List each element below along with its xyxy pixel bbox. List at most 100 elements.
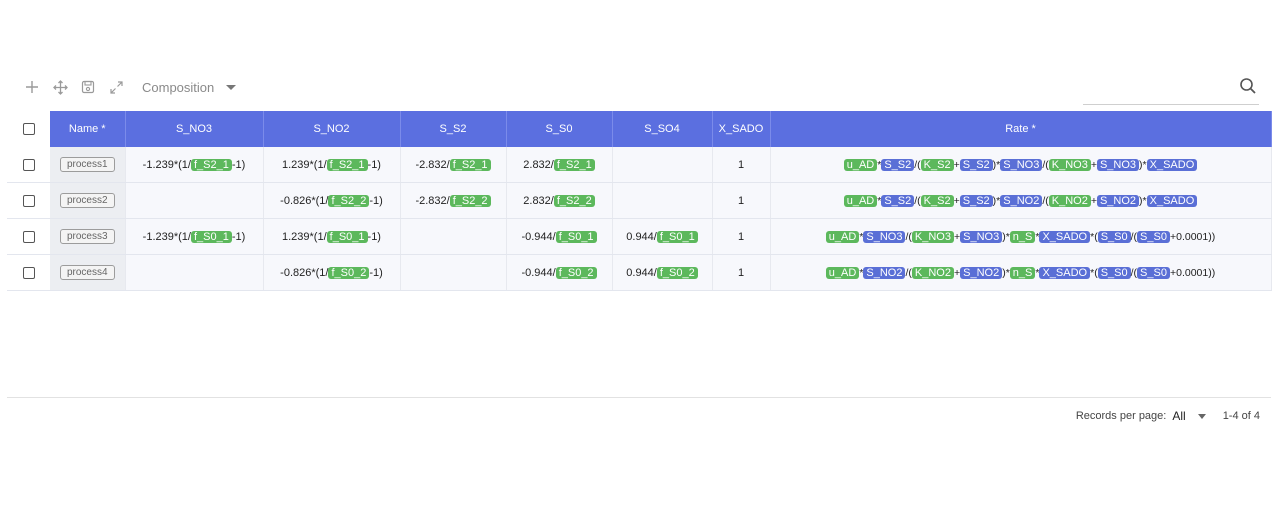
process-name-chip[interactable]: process1: [59, 157, 115, 172]
process-name-chip[interactable]: process4: [59, 265, 115, 280]
variable-chip: f_S0_1: [190, 230, 232, 243]
table-row[interactable]: process1 -1.239*(1/f_S2_1 -1) 1.239*(1/f_S2…: [7, 147, 1272, 183]
search-input[interactable]: [1083, 78, 1227, 100]
column-header-s-no3[interactable]: S_NO3: [125, 111, 264, 147]
s-so4-cell[interactable]: [612, 182, 713, 219]
add-icon[interactable]: [18, 74, 46, 100]
table-row[interactable]: process4 -0.826*(1/f_S0_2 -1) -0.944/f_S0_2…: [7, 254, 1272, 291]
s-so4-cell[interactable]: 0.944/f_S0_2: [612, 254, 713, 291]
column-header-rate[interactable]: Rate *: [770, 111, 1272, 147]
row-checkbox[interactable]: [22, 230, 35, 243]
variable-chip: f_S0_2: [555, 266, 597, 279]
variable-chip: K_S2: [920, 158, 954, 171]
s-no2-cell[interactable]: -0.826*(1/f_S0_2 -1): [263, 254, 401, 291]
records-per-page-select[interactable]: All: [1172, 409, 1206, 423]
chevron-down-icon: [226, 84, 237, 90]
column-header-s-s0[interactable]: S_S0: [506, 111, 613, 147]
save-icon[interactable]: [74, 74, 102, 100]
variable-chip: S_NO2: [1000, 194, 1043, 207]
x-sado-cell[interactable]: 1: [712, 254, 771, 291]
rate-cell[interactable]: u_AD * S_S2/(K_S2 + S_S2)* S_NO2/(K_NO2 + S_NO2…: [770, 182, 1272, 219]
variable-chip: f_S2_1: [449, 158, 491, 171]
select-all-checkbox[interactable]: [22, 123, 35, 136]
table-footer-divider: [7, 397, 1271, 398]
s-so4-cell[interactable]: [612, 147, 713, 183]
s-s2-cell[interactable]: -2.832/f_S2_2: [400, 182, 507, 219]
name-cell: process4: [50, 254, 126, 291]
pagination: Records per page: All 1-4 of 4: [1076, 409, 1260, 423]
variable-chip: u_AD: [843, 194, 878, 207]
variable-chip: K_NO3: [911, 230, 954, 243]
s-s0-cell[interactable]: -0.944/f_S0_1: [506, 218, 613, 255]
rate-cell[interactable]: u_AD * S_S2/(K_S2 + S_S2)* S_NO3/(K_NO3 + S_NO3…: [770, 147, 1272, 183]
variable-chip: S_NO3: [863, 230, 906, 243]
column-header-s-no2[interactable]: S_NO2: [263, 111, 401, 147]
view-select[interactable]: Composition: [142, 80, 237, 95]
row-select-cell: [7, 182, 50, 219]
variable-chip: K_NO2: [1048, 194, 1091, 207]
variable-chip: K_NO3: [1048, 158, 1091, 171]
variable-chip: S_S2: [881, 158, 915, 171]
chevron-down-icon: [1197, 413, 1206, 419]
variable-chip: S_NO3: [1096, 158, 1140, 171]
row-checkbox[interactable]: [22, 158, 35, 171]
variable-chip: X_SADO: [1146, 158, 1198, 171]
variable-chip: f_S2_1: [190, 158, 232, 171]
s-no3-cell[interactable]: -1.239*(1/f_S2_1 -1): [125, 147, 264, 183]
column-header-s-s2[interactable]: S_S2: [400, 111, 507, 147]
column-header-name[interactable]: Name *: [50, 111, 126, 147]
name-cell: process1: [50, 147, 126, 183]
variable-chip: f_S0_1: [555, 230, 597, 243]
row-checkbox[interactable]: [22, 266, 35, 279]
s-s0-cell[interactable]: -0.944/f_S0_2: [506, 254, 613, 291]
variable-chip: f_S0_2: [656, 266, 698, 279]
s-s0-cell[interactable]: 2.832/f_S2_1: [506, 147, 613, 183]
s-so4-cell[interactable]: 0.944/f_S0_1: [612, 218, 713, 255]
variable-chip: S_NO2: [1096, 194, 1140, 207]
s-s2-cell[interactable]: [400, 254, 507, 291]
variable-chip: f_S0_1: [326, 230, 368, 243]
variable-chip: u_AD: [825, 266, 860, 279]
s-no3-cell[interactable]: [125, 182, 264, 219]
s-no3-cell[interactable]: [125, 254, 264, 291]
table-row[interactable]: process2 -0.826*(1/f_S2_2 -1) -2.832/f_S2_2…: [7, 182, 1272, 219]
move-icon[interactable]: [46, 74, 74, 100]
variable-chip: S_S2: [881, 194, 915, 207]
column-header-x-sado[interactable]: X_SADO: [712, 111, 771, 147]
records-per-page-value: All: [1172, 409, 1186, 423]
variable-chip: S_S0: [1137, 230, 1170, 243]
variable-chip: u_AD: [843, 158, 878, 171]
search-icon[interactable]: [1239, 77, 1257, 100]
x-sado-cell[interactable]: 1: [712, 147, 771, 183]
variable-chip: S_S0: [1137, 266, 1170, 279]
variable-chip: S_S2: [959, 194, 993, 207]
variable-chip: S_NO3: [960, 230, 1003, 243]
s-s0-cell[interactable]: 2.832/f_S2_2: [506, 182, 613, 219]
table-toolbar: Composition: [18, 74, 237, 100]
expand-icon[interactable]: [102, 74, 130, 100]
x-sado-cell[interactable]: 1: [712, 182, 771, 219]
table-header-row: Name * S_NO3 S_NO2 S_S2 S_S0 S_SO4 X_SAD…: [7, 111, 1272, 147]
name-cell: process3: [50, 218, 126, 255]
variable-chip: f_S0_1: [656, 230, 698, 243]
row-select-cell: [7, 218, 50, 255]
rate-cell[interactable]: u_AD * S_NO3/(K_NO3 + S_NO3)* n_S * X_SADO *(S_S…: [770, 218, 1272, 255]
table-row[interactable]: process3 -1.239*(1/f_S0_1 -1) 1.239*(1/f_S0…: [7, 218, 1272, 255]
variable-chip: f_S2_1: [326, 158, 368, 171]
variable-chip: X_SADO: [1146, 194, 1198, 207]
row-select-cell: [7, 147, 50, 183]
column-header-s-so4[interactable]: S_SO4: [612, 111, 713, 147]
process-name-chip[interactable]: process3: [59, 229, 115, 244]
s-no2-cell[interactable]: 1.239*(1/f_S2_1 -1): [263, 147, 401, 183]
s-no2-cell[interactable]: -0.826*(1/f_S2_2 -1): [263, 182, 401, 219]
x-sado-cell[interactable]: 1: [712, 218, 771, 255]
variable-chip: f_S2_2: [553, 194, 595, 207]
variable-chip: S_S2: [959, 158, 993, 171]
s-no3-cell[interactable]: -1.239*(1/f_S0_1 -1): [125, 218, 264, 255]
rate-cell[interactable]: u_AD * S_NO2/(K_NO2 + S_NO2)* n_S * X_SADO *(S_S…: [770, 254, 1272, 291]
process-name-chip[interactable]: process2: [59, 193, 115, 208]
s-s2-cell[interactable]: -2.832/f_S2_1: [400, 147, 507, 183]
s-s2-cell[interactable]: [400, 218, 507, 255]
row-checkbox[interactable]: [22, 194, 35, 207]
s-no2-cell[interactable]: 1.239*(1/f_S0_1 -1): [263, 218, 401, 255]
